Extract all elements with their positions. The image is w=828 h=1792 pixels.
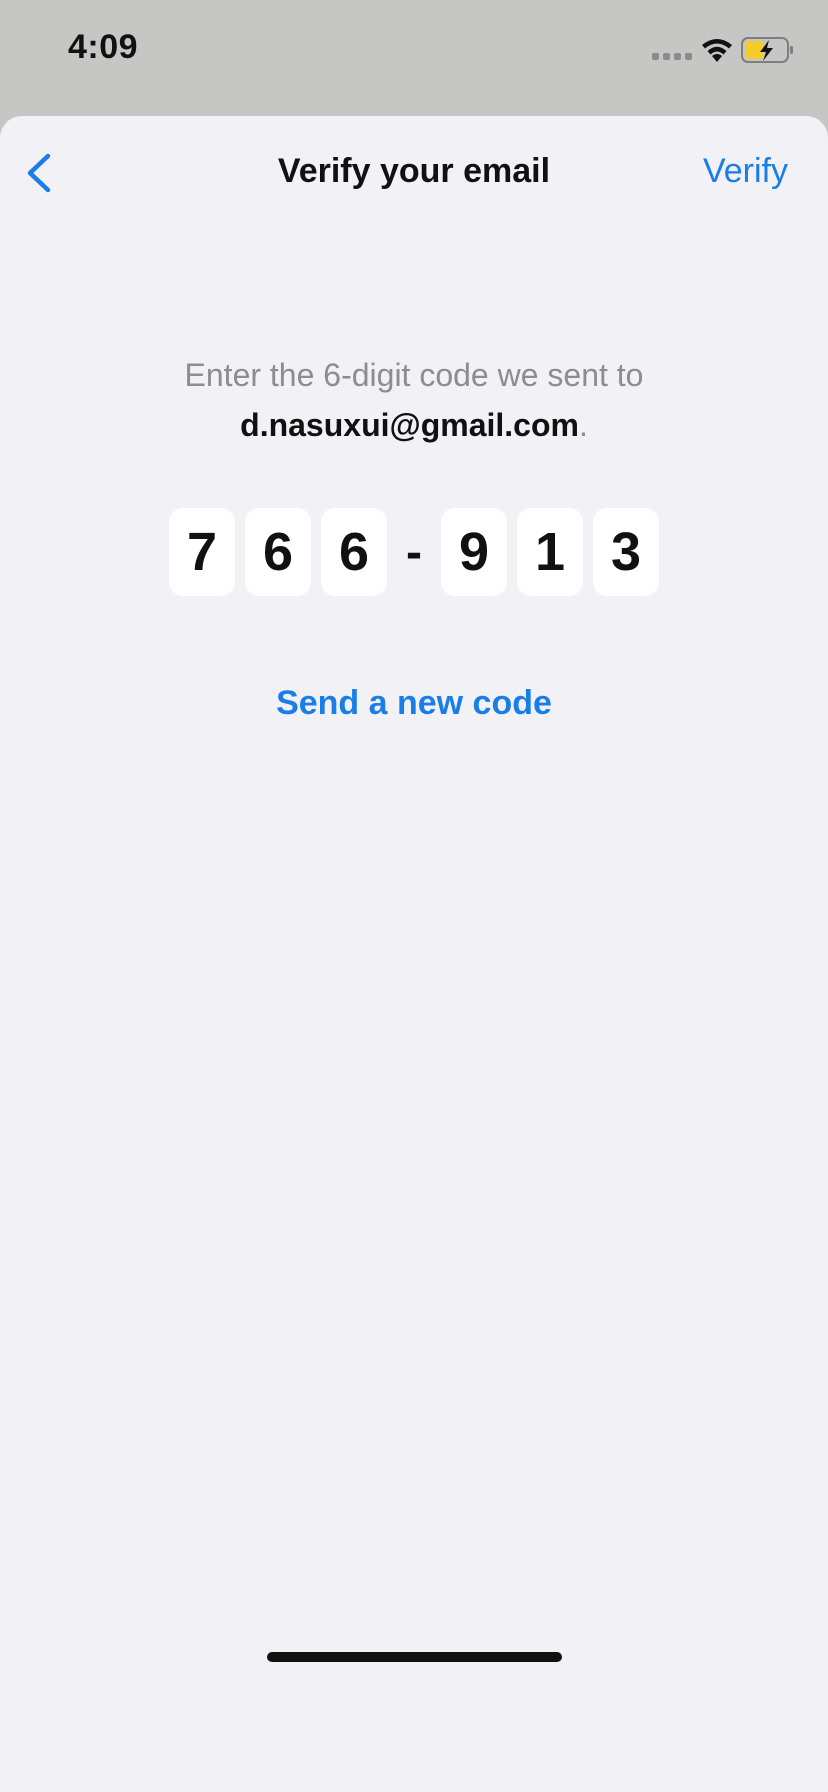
home-indicator[interactable] — [267, 1652, 562, 1662]
verify-email-sheet: Verify your email Verify Enter the 6-dig… — [0, 116, 828, 1792]
instruction-line: Enter the 6-digit code we sent to — [184, 357, 644, 393]
status-bar: 4:09 — [0, 0, 828, 116]
code-digit-6[interactable]: 3 — [593, 508, 659, 596]
code-digit-1[interactable]: 7 — [169, 508, 235, 596]
code-digit-3[interactable]: 6 — [321, 508, 387, 596]
code-separator: - — [406, 525, 422, 579]
navigation-bar: Verify your email Verify — [0, 116, 828, 226]
code-digit-2[interactable]: 6 — [245, 508, 311, 596]
wifi-icon — [702, 39, 732, 62]
battery-charging-icon — [741, 37, 793, 63]
instruction-suffix: . — [578, 407, 588, 443]
send-new-code-link[interactable]: Send a new code — [0, 684, 828, 723]
verify-button[interactable]: Verify — [703, 152, 788, 191]
code-digit-5[interactable]: 1 — [517, 508, 583, 596]
verification-code-input[interactable]: 7 6 6 - 9 1 3 — [0, 508, 828, 596]
instruction-text: Enter the 6-digit code we sent to d.nasu… — [0, 350, 828, 450]
code-digit-4[interactable]: 9 — [441, 508, 507, 596]
cellular-signal-icon — [652, 53, 692, 60]
status-time: 4:09 — [68, 28, 139, 66]
email-address: d.nasuxui@gmail.com — [240, 407, 579, 443]
